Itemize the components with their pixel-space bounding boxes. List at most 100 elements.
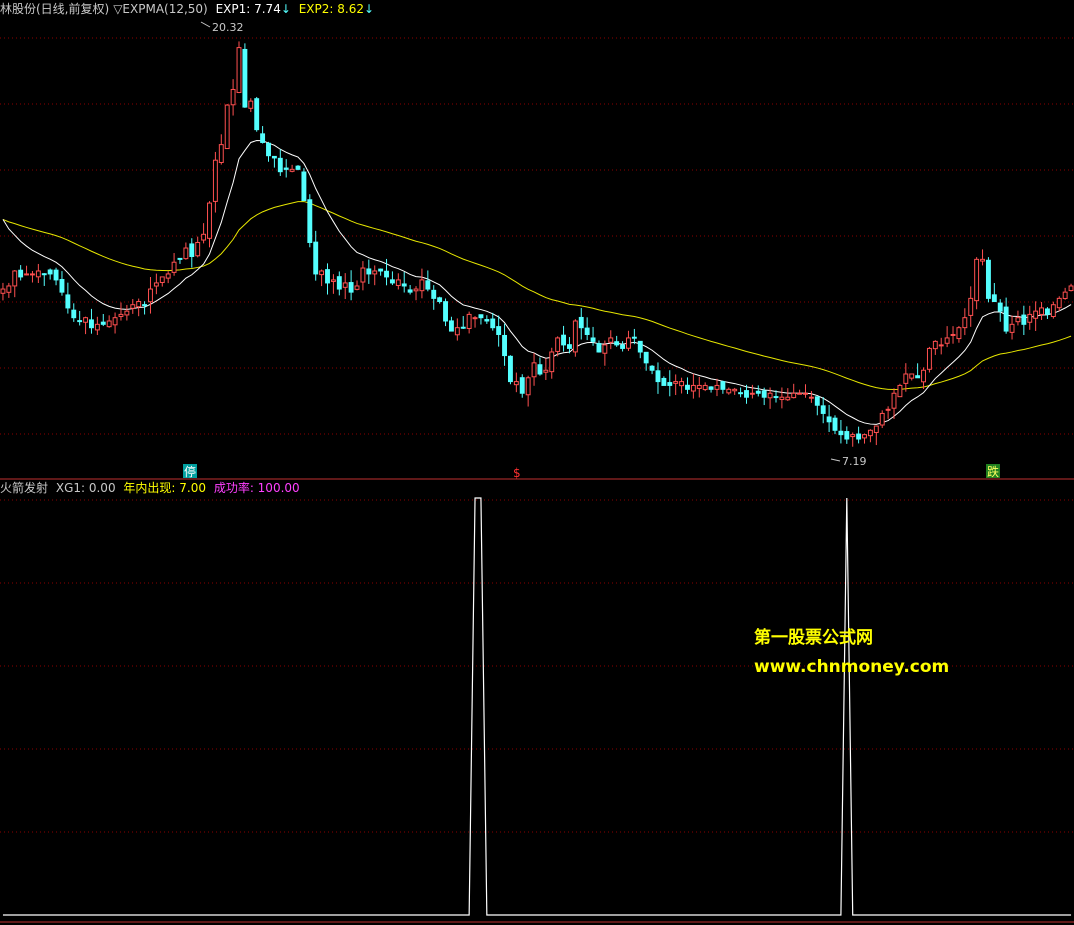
candle-body	[254, 98, 260, 131]
candle-body	[1009, 323, 1015, 333]
candle-body	[915, 375, 921, 379]
candle-body	[153, 282, 159, 287]
candle-body	[578, 316, 584, 329]
marker-2-label[interactable]: $	[513, 466, 521, 480]
candle-body	[448, 320, 454, 332]
candle-body	[525, 377, 531, 396]
candle-body	[289, 168, 295, 172]
candle-body	[567, 344, 572, 349]
candle-body	[372, 270, 378, 275]
candle-body	[808, 396, 814, 399]
candle-body	[354, 285, 360, 290]
indicator-name[interactable]: EXPMA(12,50)	[122, 2, 207, 16]
candle-body	[708, 386, 714, 390]
candle-body	[348, 282, 354, 293]
candle-body	[366, 268, 372, 275]
candle-body	[437, 297, 443, 303]
formula-name[interactable]: 火箭发射	[0, 481, 48, 495]
candle-body	[336, 276, 342, 290]
candle-body	[183, 247, 189, 260]
stock-title[interactable]: 林股份(日线,前复权)	[0, 2, 109, 16]
marker-3-label[interactable]: 跌	[987, 464, 999, 479]
candle-body	[47, 269, 53, 275]
candle-body	[342, 282, 348, 288]
candle-body	[195, 241, 201, 257]
candle-body	[401, 283, 407, 287]
exp2-line	[2, 201, 1072, 391]
exp1-value: EXP1: 7.74	[215, 2, 281, 16]
candle-body	[991, 294, 997, 303]
candle-body	[313, 241, 319, 275]
candle-body	[661, 377, 667, 386]
candle-body	[844, 431, 850, 440]
candle-body	[330, 279, 336, 282]
candle-body	[431, 289, 437, 299]
exp1-down-arrow-icon: ↓	[280, 2, 291, 16]
candle-body	[537, 364, 543, 375]
candle-body	[820, 405, 826, 414]
year-count-value: 年内出现: 7.00	[123, 481, 206, 495]
candle-body	[242, 48, 248, 108]
candle-body	[702, 384, 708, 391]
candle-body	[1027, 313, 1033, 323]
candle-body	[65, 294, 71, 309]
candle-body	[832, 417, 838, 431]
candle-body	[897, 384, 903, 398]
candle-body	[30, 273, 35, 276]
candle-body	[950, 333, 956, 336]
success-rate-value: 成功率: 100.00	[213, 481, 300, 495]
candle-body	[130, 304, 136, 309]
marker-1-label[interactable]: 停	[184, 464, 196, 479]
candle-body	[803, 392, 808, 395]
candle-body	[655, 370, 661, 383]
candle-body	[685, 384, 690, 390]
candle-body	[484, 319, 490, 322]
candle-body	[679, 381, 685, 387]
candle-body	[744, 390, 749, 398]
candle-body	[136, 301, 142, 308]
candle-body	[549, 351, 555, 373]
candle-body	[496, 326, 502, 335]
candle-body	[165, 273, 171, 279]
candle-body	[218, 144, 224, 163]
candle-body	[189, 243, 195, 257]
price-panel-legend: 林股份(日线,前复权) ▽EXPMA(12,50) EXP1: 7.74↓ EXP…	[0, 1, 378, 17]
candle-body	[171, 261, 177, 273]
candle-body	[791, 392, 797, 399]
candle-body	[555, 337, 561, 352]
candle-body	[921, 369, 926, 383]
indicator-panel-legend: 火箭发射 XG1: 0.00 年内出现: 7.00 成功率: 100.00	[0, 480, 304, 496]
candle-body	[100, 321, 106, 325]
candle-body	[1062, 291, 1068, 299]
candle-body	[230, 88, 236, 106]
candle-body	[891, 392, 897, 409]
candle-body	[850, 434, 856, 438]
candle-body	[454, 327, 460, 336]
candle-body	[59, 278, 65, 293]
candle-body	[159, 276, 165, 283]
candle-body	[0, 288, 6, 294]
xg1-value: XG1: 0.00	[55, 481, 116, 495]
candle-body	[856, 433, 862, 440]
candle-body	[6, 285, 12, 293]
candle-body	[277, 157, 283, 173]
candle-body	[997, 302, 1003, 312]
candle-body	[938, 344, 944, 347]
candle-body	[785, 396, 791, 401]
candle-body	[407, 289, 413, 293]
candle-body	[301, 171, 307, 202]
candle-body	[926, 347, 932, 370]
candle-body	[502, 334, 507, 357]
candle-body	[148, 288, 153, 303]
candle-body	[620, 344, 626, 349]
candle-body	[395, 279, 401, 286]
candle-body	[602, 344, 608, 354]
candle-body	[24, 273, 30, 276]
candle-body	[738, 392, 744, 395]
candle-body	[944, 337, 950, 344]
candle-body	[425, 280, 431, 290]
candle-body	[1015, 317, 1021, 323]
candle-body	[35, 270, 41, 278]
candle-body	[519, 377, 525, 394]
candle-body	[307, 199, 313, 243]
